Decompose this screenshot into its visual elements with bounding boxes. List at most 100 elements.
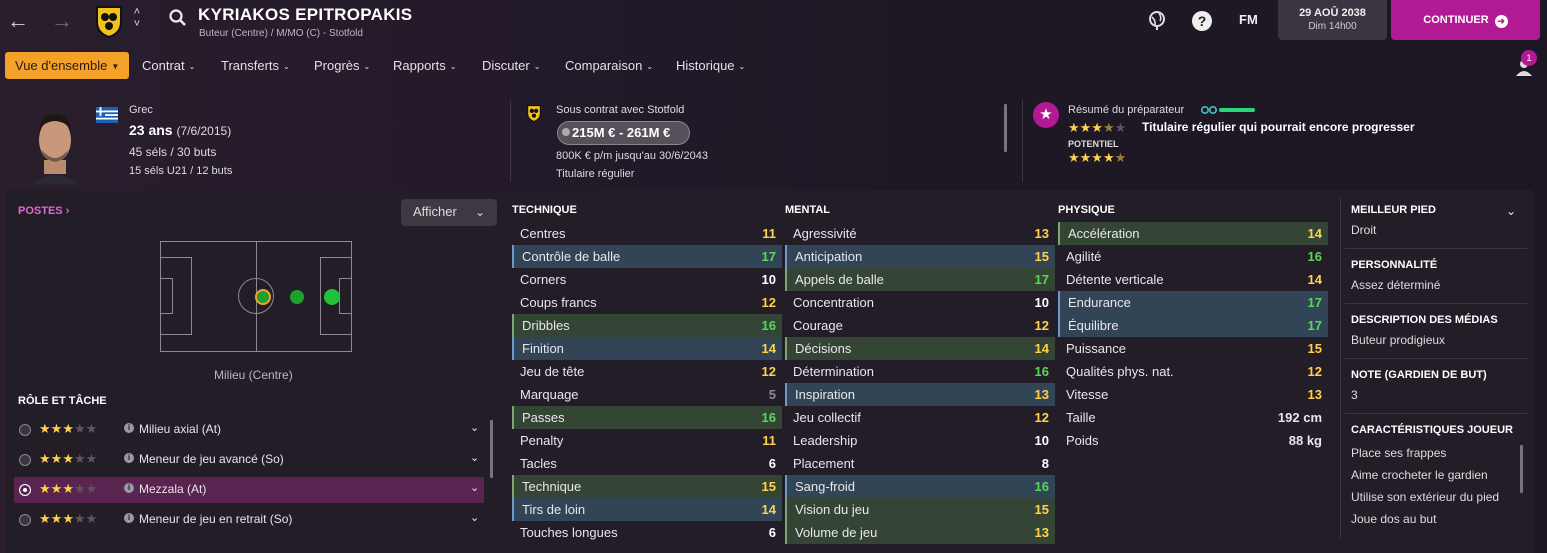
divider (510, 100, 511, 182)
attribute-row[interactable]: Dribbles 16 (512, 314, 782, 337)
role-radio[interactable] (19, 454, 31, 466)
position-marker-main[interactable] (255, 289, 271, 305)
attribute-row[interactable]: Marquage 5 (512, 383, 782, 406)
attribute-name: Anticipation (795, 249, 863, 264)
goalkeeper-rating-title: NOTE (GARDIEN DE BUT) (1351, 369, 1487, 381)
role-row[interactable]: ★★★★★ i Milieu axial (At) ⌄ (14, 417, 484, 443)
menu-overview[interactable]: Vue d'ensemble ▼ (5, 52, 130, 79)
role-radio[interactable] (19, 424, 31, 436)
attribute-row[interactable]: Agressivité 13 (785, 222, 1055, 245)
chevron-down-icon[interactable]: ⌄ (470, 451, 479, 464)
traits-scroll-thumb[interactable] (1520, 445, 1523, 493)
roles-scroll-thumb[interactable] (490, 420, 493, 478)
attribute-row[interactable]: Passes 16 (512, 406, 782, 429)
attribute-row[interactable]: Qualités phys. nat. 12 (1058, 360, 1328, 383)
divider (1022, 100, 1023, 182)
info-icon[interactable]: i (124, 453, 134, 463)
attribute-row[interactable]: Appels de balle 17 (785, 268, 1055, 291)
potential-label: POTENTIEL (1068, 139, 1119, 149)
forward-arrow-icon[interactable]: → (50, 8, 74, 34)
attribute-row[interactable]: Vision du jeu 15 (785, 498, 1055, 521)
menu-progress[interactable]: Progrès ⌄ (314, 52, 370, 79)
attribute-row[interactable]: Jeu de tête 12 (512, 360, 782, 383)
attribute-row[interactable]: Contrôle de balle 17 (512, 245, 782, 268)
display-dropdown[interactable]: Afficher ⌄ (401, 199, 497, 226)
attribute-row[interactable]: Anticipation 15 (785, 245, 1055, 268)
role-radio[interactable] (19, 484, 31, 496)
attribute-name: Tacles (520, 456, 557, 471)
info-icon[interactable]: i (124, 483, 134, 493)
menu-transfers[interactable]: Transferts ⌄ (221, 52, 290, 79)
attribute-row[interactable]: Tacles 6 (512, 452, 782, 475)
attribute-row[interactable]: Sang-froid 16 (785, 475, 1055, 498)
attribute-name: Finition (522, 341, 564, 356)
attribute-row[interactable]: Décisions 14 (785, 337, 1055, 360)
attribute-row[interactable]: Volume de jeu 13 (785, 521, 1055, 544)
back-arrow-icon[interactable]: ← (6, 8, 30, 34)
menu-reports[interactable]: Rapports ⌄ (393, 52, 456, 79)
attribute-row[interactable]: Détente verticale 14 (1058, 268, 1328, 291)
attribute-row[interactable]: Inspiration 13 (785, 383, 1055, 406)
menu-comparison[interactable]: Comparaison ⌄ (565, 52, 653, 79)
attribute-name: Touches longues (520, 525, 618, 540)
separator (1345, 303, 1527, 304)
chevron-down-icon[interactable]: ⌄ (1506, 204, 1516, 218)
chevron-down-icon[interactable]: ⌄ (470, 511, 479, 524)
attribute-row[interactable]: Détermination 16 (785, 360, 1055, 383)
chevron-down-icon[interactable]: ⌄ (470, 421, 479, 434)
attribute-row[interactable]: Agilité 16 (1058, 245, 1328, 268)
club-crest-icon[interactable] (94, 4, 124, 38)
attribute-row[interactable]: Corners 10 (512, 268, 782, 291)
attribute-name: Contrôle de balle (522, 249, 621, 264)
positions-title[interactable]: POSTES › (18, 205, 69, 217)
attribute-row[interactable]: Technique 15 (512, 475, 782, 498)
attribute-row[interactable]: Tirs de loin 14 (512, 498, 782, 521)
attribute-row[interactable]: Placement 8 (785, 452, 1055, 475)
info-icon[interactable]: i (124, 513, 134, 523)
menu-history[interactable]: Historique ⌄ (676, 52, 745, 79)
menu-discuss[interactable]: Discuter ⌄ (482, 52, 540, 79)
position-marker[interactable] (290, 290, 304, 304)
attribute-name: Jeu collectif (793, 410, 861, 425)
attribute-row[interactable]: Coups francs 12 (512, 291, 782, 314)
attribute-value: 16 (1034, 364, 1049, 379)
date-box[interactable]: 29 AOÛ 2038 Dim 14h00 (1278, 0, 1387, 40)
fm-menu-button[interactable]: FM (1239, 12, 1258, 27)
right-goal-area (339, 278, 351, 314)
help-icon[interactable]: ? (1192, 11, 1212, 31)
attribute-row[interactable]: Leadership 10 (785, 429, 1055, 452)
attribute-row[interactable]: Équilibre 17 (1058, 314, 1328, 337)
squad-role: Titulaire régulier (556, 168, 635, 180)
attribute-row[interactable]: Concentration 10 (785, 291, 1055, 314)
attribute-row[interactable]: Finition 14 (512, 337, 782, 360)
attribute-name: Technique (522, 479, 582, 494)
scroll-thumb[interactable] (1004, 104, 1007, 152)
personality-value: Assez déterminé (1351, 278, 1441, 292)
attribute-row[interactable]: Penalty 11 (512, 429, 782, 452)
separator (1345, 248, 1527, 249)
attribute-row[interactable]: Accélération 14 (1058, 222, 1328, 245)
position-marker[interactable] (324, 289, 340, 305)
menu-label: Rapports (393, 58, 446, 73)
globe-icon[interactable] (1146, 9, 1168, 31)
role-row[interactable]: ★★★★★ i Mezzala (At) ⌄ (14, 477, 484, 503)
attribute-value: 11 (762, 226, 776, 241)
attribute-row[interactable]: Endurance 17 (1058, 291, 1328, 314)
role-radio[interactable] (19, 514, 31, 526)
role-stars: ★★★★★ (39, 481, 98, 496)
continue-button[interactable]: CONTINUER ➜ (1391, 0, 1540, 40)
attribute-row[interactable]: Jeu collectif 12 (785, 406, 1055, 429)
attribute-value: 12 (761, 295, 776, 310)
attribute-row[interactable]: Centres 11 (512, 222, 782, 245)
attribute-row[interactable]: Touches longues 6 (512, 521, 782, 544)
attribute-row[interactable]: Courage 12 (785, 314, 1055, 337)
player-switch-icon[interactable]: ˄ ˅ (130, 6, 144, 30)
attribute-row[interactable]: Puissance 15 (1058, 337, 1328, 360)
search-icon[interactable] (168, 8, 188, 28)
chevron-down-icon[interactable]: ⌄ (470, 481, 479, 494)
attribute-row[interactable]: Vitesse 13 (1058, 383, 1328, 406)
role-row[interactable]: ★★★★★ i Meneur de jeu avancé (So) ⌄ (14, 447, 484, 473)
role-row[interactable]: ★★★★★ i Meneur de jeu en retrait (So) ⌄ (14, 507, 484, 533)
menu-contract[interactable]: Contrat ⌄ (142, 52, 195, 79)
info-icon[interactable]: i (124, 423, 134, 433)
